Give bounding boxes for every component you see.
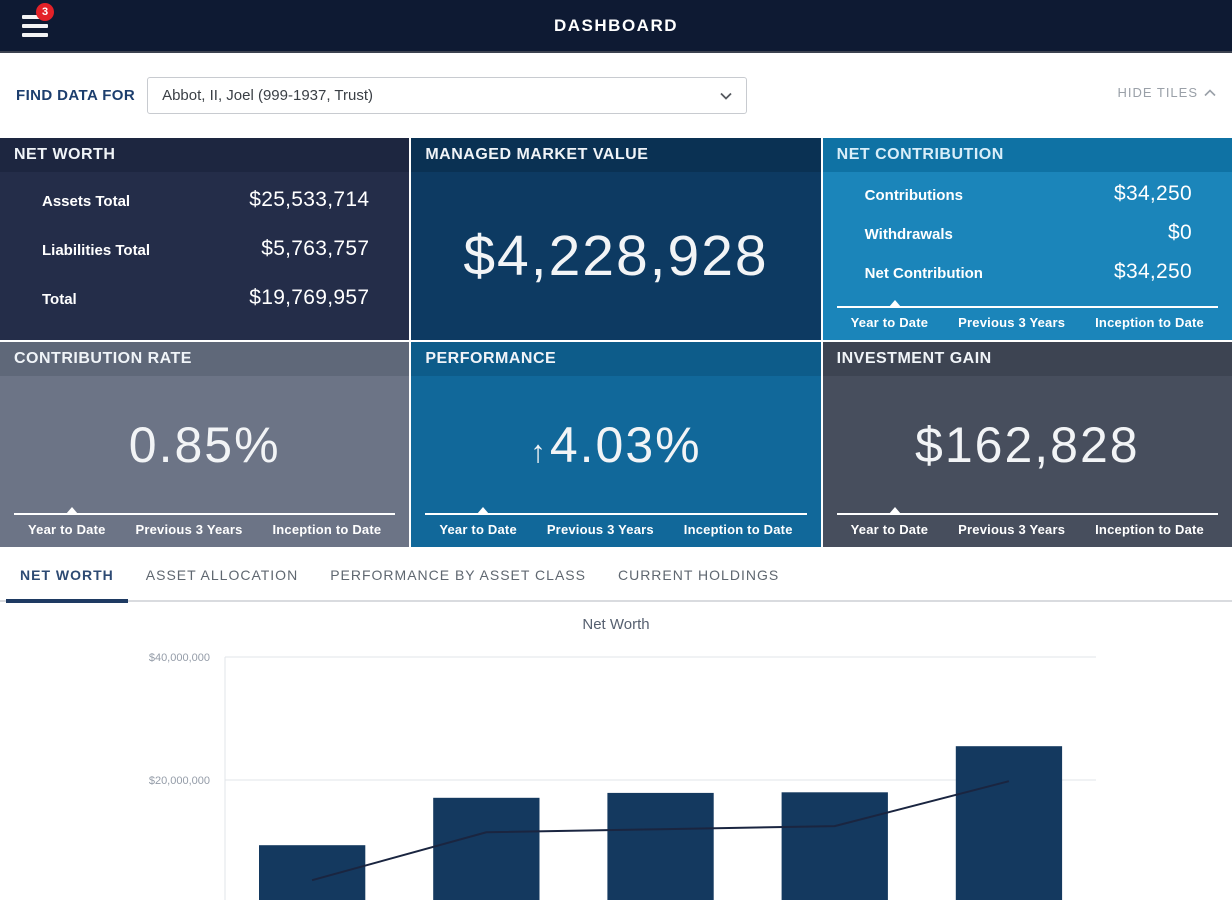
liabilities-total-label: Liabilities Total xyxy=(42,242,150,259)
svg-text:Net Worth: Net Worth xyxy=(582,616,649,633)
section-tab-bar: NET WORTH ASSET ALLOCATION PERFORMANCE B… xyxy=(0,547,1232,603)
tab-net-worth[interactable]: NET WORTH xyxy=(20,547,114,603)
period-tab-previous-3-years[interactable]: Previous 3 Years xyxy=(135,522,242,537)
hide-tiles-label: HIDE TILES xyxy=(1117,85,1198,100)
tab-bar-rule xyxy=(0,600,1232,602)
net-worth-chart-section: $40,000,000 $20,000,000 Net Worth xyxy=(0,603,1232,900)
period-indicator-triangle xyxy=(477,507,489,514)
period-tab-year-to-date[interactable]: Year to Date xyxy=(851,522,929,537)
net-contribution-rows: Contributions $34,250 Withdrawals $0 Net… xyxy=(823,172,1232,299)
period-indicator-triangle xyxy=(66,507,78,514)
tile-contribution-rate: CONTRIBUTION RATE 0.85% Year to Date Pre… xyxy=(0,342,409,547)
liabilities-total-value: $5,763,757 xyxy=(261,237,369,261)
tile-performance-title: PERFORMANCE xyxy=(411,342,820,376)
period-tab-inception-to-date[interactable]: Inception to Date xyxy=(272,522,381,537)
tab-current-holdings[interactable]: CURRENT HOLDINGS xyxy=(618,547,779,603)
table-row: Liabilities Total $5,763,757 xyxy=(42,237,369,286)
net-worth-rows: Assets Total $25,533,714 Liabilities Tot… xyxy=(0,172,409,335)
contributions-label: Contributions xyxy=(865,187,963,204)
managed-market-value-body: $4,228,928 xyxy=(411,172,820,340)
client-selector-dropdown[interactable]: Abbot, II, Joel (999-1937, Trust) xyxy=(147,77,747,114)
managed-market-value: $4,228,928 xyxy=(463,223,768,289)
performance-value: 4.03% xyxy=(550,417,702,473)
tab-asset-allocation[interactable]: ASSET ALLOCATION xyxy=(146,547,298,603)
period-tabs-rule xyxy=(425,513,806,515)
net-worth-total-value: $19,769,957 xyxy=(249,286,369,310)
tile-net-worth: NET WORTH Assets Total $25,533,714 Liabi… xyxy=(0,138,409,340)
hide-tiles-button[interactable]: HIDE TILES xyxy=(1117,85,1216,100)
period-tab-previous-3-years[interactable]: Previous 3 Years xyxy=(958,315,1065,330)
period-tab-inception-to-date[interactable]: Inception to Date xyxy=(1095,315,1204,330)
client-selector-value: Abbot, II, Joel (999-1937, Trust) xyxy=(162,87,373,104)
chevron-down-icon xyxy=(720,92,732,100)
summary-tiles-grid: NET WORTH Assets Total $25,533,714 Liabi… xyxy=(0,138,1232,547)
tab-performance-by-asset-class[interactable]: PERFORMANCE BY ASSET CLASS xyxy=(330,547,586,603)
contribution-rate-value: 0.85% xyxy=(129,416,281,474)
period-tab-previous-3-years[interactable]: Previous 3 Years xyxy=(958,522,1065,537)
tile-investment-gain-title: INVESTMENT GAIN xyxy=(823,342,1232,376)
assets-total-label: Assets Total xyxy=(42,193,130,210)
period-tabs-rule xyxy=(837,306,1218,308)
find-data-row: FIND DATA FOR Abbot, II, Joel (999-1937,… xyxy=(0,53,1232,138)
page-title: DASHBOARD xyxy=(554,16,678,36)
withdrawals-value: $0 xyxy=(1168,221,1192,245)
tile-contribution-rate-title: CONTRIBUTION RATE xyxy=(0,342,409,376)
tile-investment-gain: INVESTMENT GAIN $162,828 Year to Date Pr… xyxy=(823,342,1232,547)
period-tab-year-to-date[interactable]: Year to Date xyxy=(439,522,517,537)
period-tabs: Year to Date Previous 3 Years Inception … xyxy=(0,513,409,547)
investment-gain-value: $162,828 xyxy=(915,416,1140,474)
period-indicator-triangle xyxy=(889,300,901,307)
period-tab-year-to-date[interactable]: Year to Date xyxy=(28,522,106,537)
period-tabs: Year to Date Previous 3 Years Inception … xyxy=(823,513,1232,547)
table-row: Total $19,769,957 xyxy=(42,286,369,335)
contributions-value: $34,250 xyxy=(1114,182,1192,206)
tile-performance: PERFORMANCE ↑4.03% Year to Date Previous… xyxy=(411,342,820,547)
table-row: Assets Total $25,533,714 xyxy=(42,188,369,237)
period-tab-inception-to-date[interactable]: Inception to Date xyxy=(684,522,793,537)
top-app-bar: 3 DASHBOARD xyxy=(0,0,1232,53)
performance-body: ↑4.03% xyxy=(411,376,820,513)
up-arrow-icon: ↑ xyxy=(530,434,548,469)
period-tab-previous-3-years[interactable]: Previous 3 Years xyxy=(547,522,654,537)
tile-managed-market-value: MANAGED MARKET VALUE $4,228,928 xyxy=(411,138,820,340)
period-tab-year-to-date[interactable]: Year to Date xyxy=(851,315,929,330)
period-indicator-triangle xyxy=(889,507,901,514)
tile-net-contribution: NET CONTRIBUTION Contributions $34,250 W… xyxy=(823,138,1232,340)
tile-managed-market-value-title: MANAGED MARKET VALUE xyxy=(411,138,820,172)
svg-text:$40,000,000: $40,000,000 xyxy=(149,652,210,664)
withdrawals-label: Withdrawals xyxy=(865,226,953,243)
chevron-up-icon xyxy=(1204,89,1216,97)
svg-text:$20,000,000: $20,000,000 xyxy=(149,775,210,787)
period-tabs-rule xyxy=(837,513,1218,515)
net-worth-chart: $40,000,000 $20,000,000 Net Worth xyxy=(0,603,1232,900)
table-row: Contributions $34,250 xyxy=(865,182,1192,221)
notification-badge: 3 xyxy=(36,3,54,21)
assets-total-value: $25,533,714 xyxy=(249,188,369,212)
find-data-label: FIND DATA FOR xyxy=(16,87,135,104)
period-tab-inception-to-date[interactable]: Inception to Date xyxy=(1095,522,1204,537)
tile-net-worth-title: NET WORTH xyxy=(0,138,409,172)
period-tabs: Year to Date Previous 3 Years Inception … xyxy=(823,306,1232,340)
net-worth-total-label: Total xyxy=(42,291,77,308)
net-contribution-label: Net Contribution xyxy=(865,265,983,282)
period-tabs-rule xyxy=(14,513,395,515)
net-contribution-value: $34,250 xyxy=(1114,260,1192,284)
investment-gain-body: $162,828 xyxy=(823,376,1232,513)
contribution-rate-body: 0.85% xyxy=(0,376,409,513)
table-row: Withdrawals $0 xyxy=(865,221,1192,260)
table-row: Net Contribution $34,250 xyxy=(865,260,1192,299)
period-tabs: Year to Date Previous 3 Years Inception … xyxy=(411,513,820,547)
tile-net-contribution-title: NET CONTRIBUTION xyxy=(823,138,1232,172)
